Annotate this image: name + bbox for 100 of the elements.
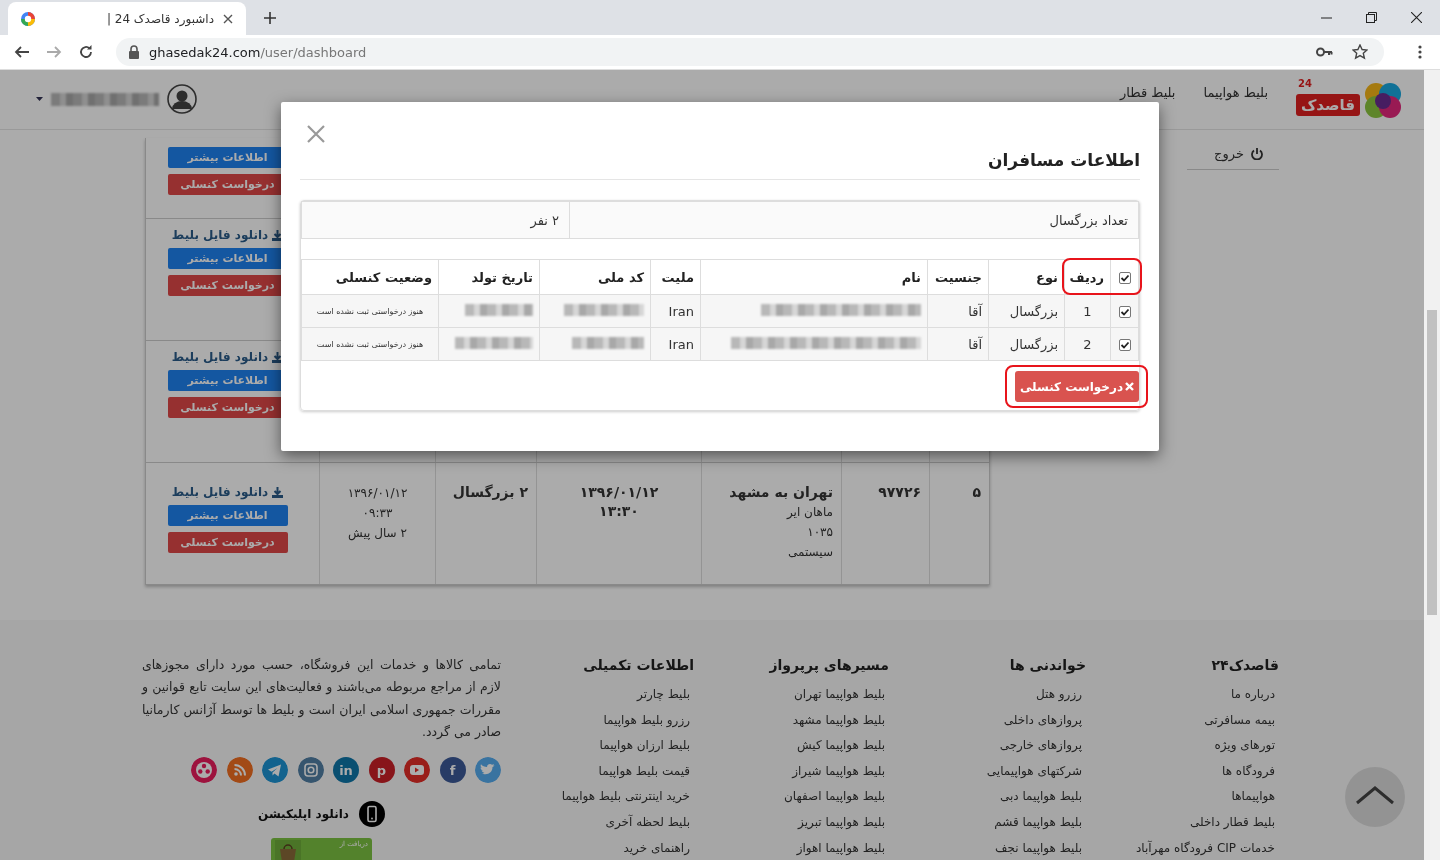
- footer-link[interactable]: بلیط هواپیما نجف: [889, 835, 1086, 860]
- scroll-top-button[interactable]: [1344, 766, 1406, 828]
- checkbox[interactable]: [1118, 339, 1131, 351]
- footer-link[interactable]: بلیط چارتر: [501, 682, 694, 708]
- checkbox[interactable]: [1118, 272, 1131, 284]
- logo-text: قاصدک: [1296, 94, 1360, 116]
- table-cell: تعداد بزرگسال: [569, 202, 1138, 238]
- back-icon[interactable]: [14, 44, 30, 60]
- footer-link[interactable]: بلیط هواپیما دبی: [889, 784, 1086, 810]
- table-cell: آقا: [927, 327, 989, 361]
- social-link[interactable]: p: [368, 757, 395, 784]
- close-icon: [1125, 382, 1135, 391]
- table-cell: بزرگسال: [988, 327, 1065, 361]
- app-download-label: دانلود اپلیکیشن: [258, 807, 349, 822]
- footer-link[interactable]: بیمه مسافرتی: [1086, 707, 1279, 734]
- footer-link[interactable]: خرید اینترنتی بلیط هواپیما: [501, 784, 694, 810]
- footer-link[interactable]: بلیط لحظه آخری: [501, 809, 694, 836]
- footer-link[interactable]: بلیط هواپیما اهواز: [694, 835, 889, 860]
- table-cell: هنوز درخواستی ثبت نشده است: [301, 327, 439, 361]
- scrollbar-thumb[interactable]: [1427, 310, 1437, 615]
- plane-icon[interactable]: [262, 757, 288, 784]
- footer-link[interactable]: بلیط هواپیما شیراز: [694, 758, 889, 785]
- site-favicon: [20, 10, 36, 27]
- tab-title: داشبورد قاصدک 24 |: [105, 11, 214, 26]
- footer-link[interactable]: بلیط هواپیما قشم: [889, 809, 1086, 836]
- download-link[interactable]: دانلود فایل بلیط: [171, 485, 284, 499]
- close-icon[interactable]: [222, 12, 234, 25]
- footer-heading: قاصدک۲۴: [1210, 656, 1279, 675]
- column-header: جنسیت: [927, 259, 989, 295]
- footer-link[interactable]: رزرو هتل: [889, 682, 1086, 708]
- cancel-request-button[interactable]: درخواست کنسلی: [1015, 371, 1139, 402]
- footer-link[interactable]: بلیط هواپیما تبریز: [694, 809, 889, 836]
- table-cell: ۵: [929, 463, 989, 584]
- footer-link[interactable]: فرودگاه ها: [1086, 758, 1279, 785]
- logo-number: 24: [1298, 78, 1312, 89]
- footer-link[interactable]: بلیط ارزان هواپیما: [501, 733, 694, 759]
- caret-icon[interactable]: [36, 97, 43, 101]
- logo-drawing: [1362, 81, 1404, 119]
- star-icon[interactable]: [1352, 44, 1368, 60]
- menu-icon[interactable]: [1418, 45, 1422, 59]
- bag-icon: [275, 840, 301, 860]
- column-header: ملیت: [650, 259, 701, 295]
- address-bar[interactable]: ghasedak24.com/user/dashboard: [116, 38, 1384, 66]
- column-header: نام: [700, 259, 928, 295]
- table-cell-text: ۲ نفر: [529, 212, 560, 231]
- footer-link[interactable]: درباره ما: [1086, 682, 1279, 708]
- url-text: ghasedak24.com/user/dashboard: [149, 44, 367, 60]
- footer-link[interactable]: راهنمای خرید: [501, 835, 694, 860]
- footer-link[interactable]: هواپیماها: [1086, 784, 1279, 810]
- table-cell: بزرگسال: [988, 294, 1065, 328]
- column-header: نوع: [988, 259, 1065, 295]
- power-icon: [1250, 147, 1264, 160]
- footer-link[interactable]: بلیط قطار داخلی: [1086, 809, 1279, 836]
- avatar-icon[interactable]: [167, 84, 197, 114]
- table-cell: ۱۳۹۶/۰۱/۱۲ ۰۹:۳۳ ۲ سال پیش: [319, 463, 435, 584]
- footer-link[interactable]: قیمت بلیط هواپیما: [501, 758, 694, 785]
- footer-heading: مسیرهای پرپرواز: [768, 656, 889, 676]
- nav-link[interactable]: بلیط قطار: [1120, 85, 1176, 100]
- restore-icon[interactable]: [1366, 12, 1377, 23]
- camera-icon[interactable]: [297, 757, 324, 784]
- social-link[interactable]: in: [333, 757, 359, 784]
- footer-link[interactable]: پروازهای داخلی: [889, 707, 1086, 734]
- scrollbar[interactable]: [1424, 70, 1440, 860]
- play-icon[interactable]: [404, 757, 430, 784]
- footer-link[interactable]: بلیط هواپیما تهران: [694, 682, 889, 708]
- footer-link[interactable]: خدمات CIP فرودگاه مهرآباد: [1086, 835, 1279, 860]
- key-icon[interactable]: [1316, 47, 1333, 57]
- footer-link[interactable]: بلیط هواپیما اصفهان: [694, 784, 889, 810]
- column-header: کد ملی: [539, 259, 651, 295]
- close-icon[interactable]: [1411, 12, 1422, 23]
- table-cell: 2: [1064, 327, 1111, 361]
- footer-link[interactable]: بلیط هواپیما مشهد: [694, 707, 889, 734]
- table-cell: ۱۳۹۶/۰۱/۱۲ ۱۳:۳۰: [536, 463, 701, 584]
- footer-link[interactable]: رزرو بلیط هواپیما: [501, 707, 694, 734]
- table-cell: Iran: [650, 327, 701, 361]
- footer-heading: خواندنی ها: [1008, 656, 1086, 676]
- nav-link[interactable]: بلیط هواپیما: [1203, 85, 1268, 100]
- reload-icon[interactable]: [78, 44, 94, 60]
- lock-icon: [128, 45, 140, 59]
- footer-link[interactable]: تورهای ویژه: [1086, 733, 1279, 759]
- social-link[interactable]: f: [439, 757, 466, 784]
- footer-link[interactable]: بلیط هواپیما کیش: [694, 733, 889, 759]
- table-cell: هنوز درخواستی ثبت نشده است: [301, 294, 439, 328]
- phone-icon: [358, 801, 385, 828]
- plus-icon[interactable]: [263, 11, 277, 25]
- footer-link[interactable]: شرکتهای هواپیمایی: [889, 758, 1086, 785]
- table-cell: ۲ بزرگسال: [435, 463, 536, 584]
- table-cell: تهران به مشهد ماهان ایر ۱۰۳۵ سیستمی: [701, 463, 841, 584]
- modal-title: اطلاعات مسافران: [988, 150, 1140, 170]
- checkbox[interactable]: [1118, 306, 1131, 318]
- table-cell: Iran: [650, 294, 701, 328]
- download-icon: [272, 486, 284, 498]
- footer-link[interactable]: پروازهای خارجی: [889, 733, 1086, 759]
- browser-tab[interactable]: داشبورد قاصدک 24 |: [8, 2, 246, 35]
- rss-icon[interactable]: [226, 757, 253, 784]
- logout-link[interactable]: خروج: [1187, 144, 1279, 170]
- table-cell: 1: [1064, 294, 1111, 328]
- column-header: تاریخ تولد: [438, 259, 540, 295]
- column-header: وضعیت کنسلی: [301, 259, 439, 295]
- reel-icon[interactable]: [191, 757, 217, 784]
